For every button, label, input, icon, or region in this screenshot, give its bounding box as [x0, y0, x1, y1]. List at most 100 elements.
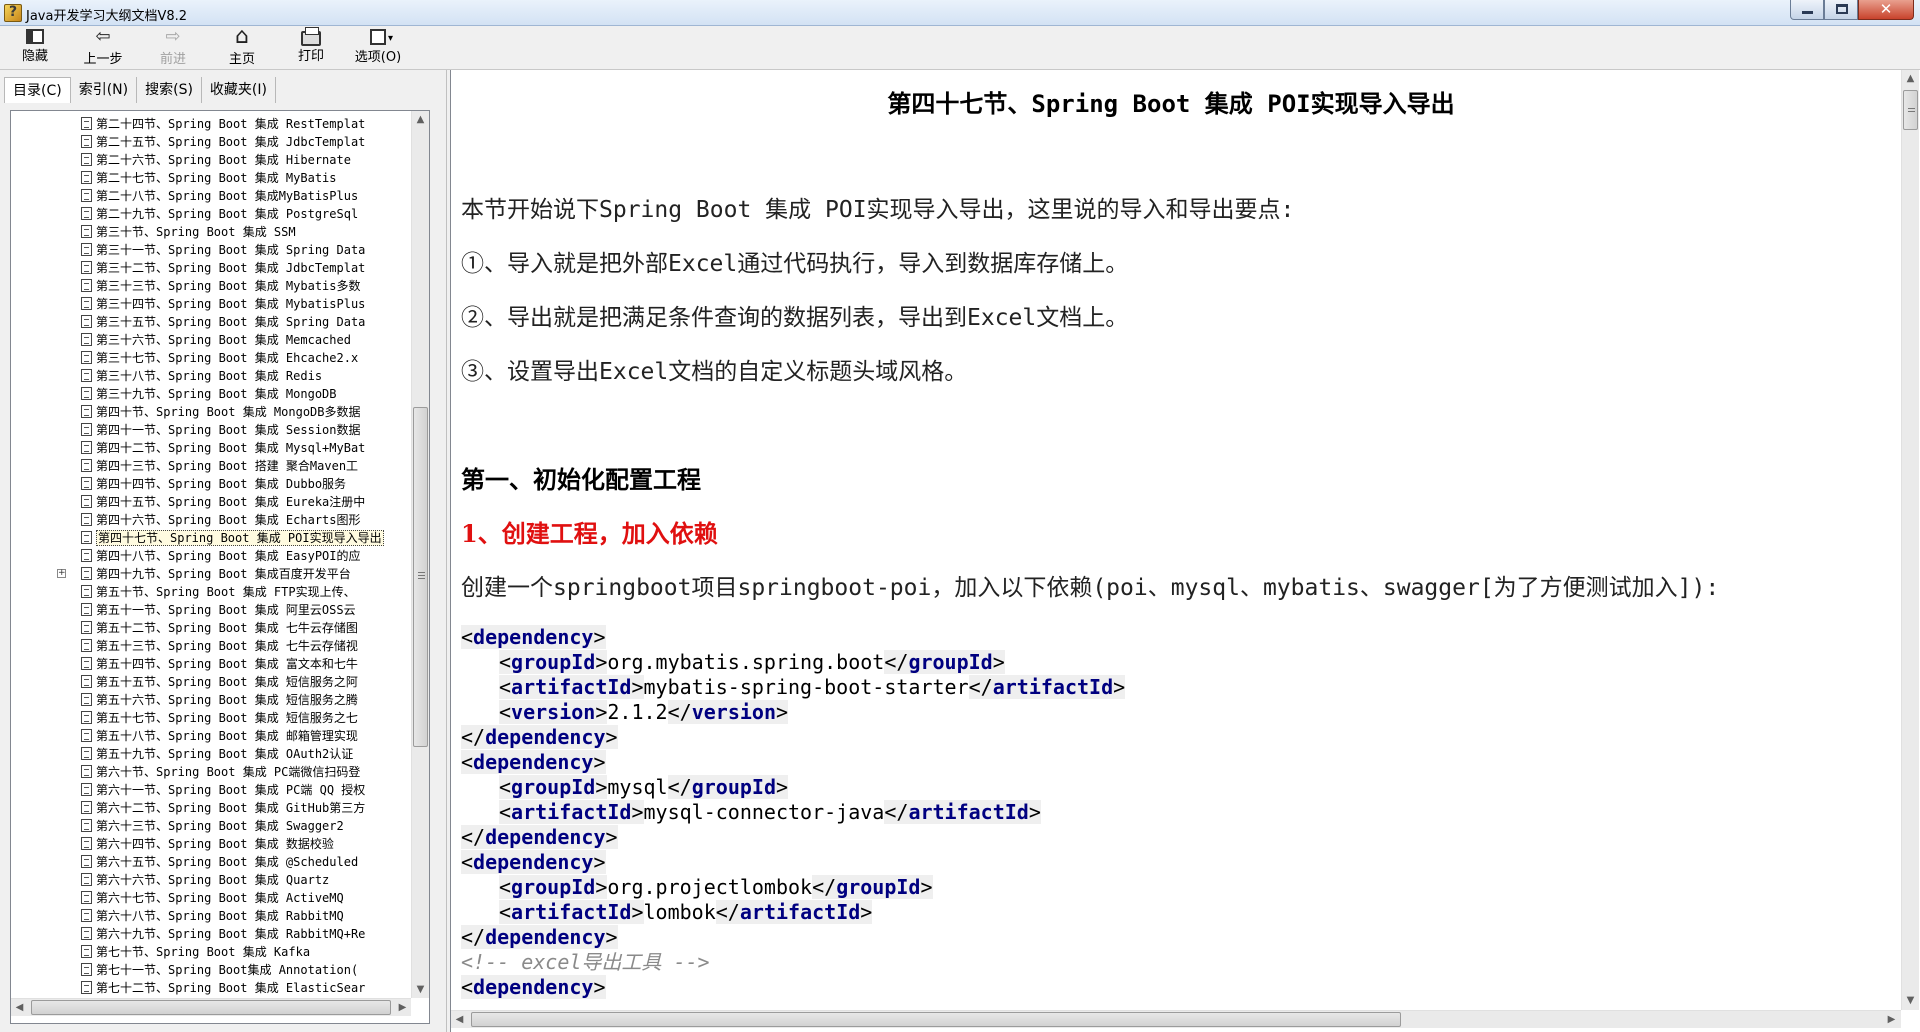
scroll-right-icon[interactable]: ▶	[1883, 1011, 1900, 1028]
tree-item[interactable]: 第二十六节、Spring Boot 集成 Hibernate	[81, 151, 411, 169]
tree-item[interactable]: 第三十一节、Spring Boot 集成 Spring Data	[81, 241, 411, 259]
xml-tag-name: version	[691, 700, 776, 724]
tree-item[interactable]: 第七十节、Spring Boot 集成 Kafka	[81, 943, 411, 961]
tree-item[interactable]: 第五十节、Spring Boot 集成 FTP实现上传、	[81, 583, 411, 601]
forward-button[interactable]: 前进	[142, 29, 204, 67]
tab-search[interactable]: 搜索(S)	[137, 77, 202, 103]
tree-item[interactable]: 第三十二节、Spring Boot 集成 JdbcTemplat	[81, 259, 411, 277]
tree-hscroll-thumb[interactable]	[31, 1000, 391, 1015]
tree-item[interactable]: 第二十八节、Spring Boot 集成MyBatisPlus	[81, 187, 411, 205]
tree-item[interactable]: 第二十四节、Spring Boot 集成 RestTemplat	[81, 115, 411, 133]
topic-page-icon	[81, 675, 92, 688]
maximize-button[interactable]	[1824, 0, 1858, 20]
tree-item[interactable]: 第六十节、Spring Boot 集成 PC端微信扫码登	[81, 763, 411, 781]
close-button[interactable]: ✕	[1858, 0, 1914, 20]
tree-item[interactable]: 第六十一节、Spring Boot 集成 PC端 QQ 授权	[81, 781, 411, 799]
tree-item[interactable]: 第六十九节、Spring Boot 集成 RabbitMQ+Re	[81, 925, 411, 943]
tree-item[interactable]: 第三十四节、Spring Boot 集成 MybatisPlus	[81, 295, 411, 313]
code-line: <groupId>mysql</groupId>	[461, 775, 1125, 800]
tree-item[interactable]: 第二十七节、Spring Boot 集成 MyBatis	[81, 169, 411, 187]
tree-item[interactable]: 第五十一节、Spring Boot 集成 阿里云OSS云	[81, 601, 411, 619]
tree-item[interactable]: 第四十七节、Spring Boot 集成 POI实现导入导出	[81, 529, 411, 547]
tree-item[interactable]: 第五十五节、Spring Boot 集成 短信服务之阿	[81, 673, 411, 691]
maximize-icon	[1836, 4, 1848, 14]
help-app-icon[interactable]	[4, 4, 22, 22]
tree-item[interactable]: 第五十六节、Spring Boot 集成 短信服务之腾	[81, 691, 411, 709]
tree-item-label: 第六十五节、Spring Boot 集成 @Scheduled	[96, 855, 359, 869]
expand-toggle-icon[interactable]: +	[57, 569, 66, 578]
tree-item[interactable]: 第四十四节、Spring Boot 集成 Dubbo服务	[81, 475, 411, 493]
scroll-right-icon[interactable]: ▶	[394, 999, 411, 1016]
topic-page-icon	[81, 315, 92, 328]
tab-favorites[interactable]: 收藏夹(I)	[202, 77, 276, 103]
tree-item-label: 第三十七节、Spring Boot 集成 Ehcache2.x	[96, 351, 359, 365]
scroll-left-icon[interactable]: ◀	[11, 999, 28, 1016]
tree-item-label: 第二十六节、Spring Boot 集成 Hibernate	[96, 153, 351, 167]
point-style: ③、设置导出Excel文档的自定义标题头域风格。	[461, 359, 968, 385]
tree-item[interactable]: 第七十一节、Spring Boot集成 Annotation(	[81, 961, 411, 979]
tree-item[interactable]: 第三十五节、Spring Boot 集成 Spring Data	[81, 313, 411, 331]
tree-item[interactable]: 第四十五节、Spring Boot 集成 Eureka注册中	[81, 493, 411, 511]
contents-tree[interactable]: 第二十四节、Spring Boot 集成 RestTemplat 第二十五节、Sp…	[10, 110, 430, 1024]
content-horizontal-scrollbar[interactable]: ◀ ▶	[451, 1010, 1901, 1028]
tree-item[interactable]: 第七十二节、Spring Boot 集成 ElasticSear	[81, 979, 411, 997]
print-button[interactable]: 打印	[280, 27, 342, 67]
tree-item[interactable]: 第六十八节、Spring Boot 集成 RabbitMQ	[81, 907, 411, 925]
tree-item[interactable]: 第五十三节、Spring Boot 集成 七牛云存储视	[81, 637, 411, 655]
tree-item[interactable]: 第六十五节、Spring Boot 集成 @Scheduled	[81, 853, 411, 871]
tree-item[interactable]: 第三十节、Spring Boot 集成 SSM	[81, 223, 411, 241]
tree-item[interactable]: 第二十五节、Spring Boot 集成 JdbcTemplat	[81, 133, 411, 151]
scroll-up-icon[interactable]: ▲	[1902, 70, 1919, 87]
tree-horizontal-scrollbar[interactable]: ◀ ▶	[11, 998, 411, 1016]
grip-line	[1908, 111, 1915, 112]
scroll-up-icon[interactable]: ▲	[412, 111, 429, 128]
content-scroll-thumb[interactable]	[1903, 90, 1918, 130]
back-button[interactable]: 上一步	[72, 29, 134, 67]
tree-item[interactable]: 第三十八节、Spring Boot 集成 Redis	[81, 367, 411, 385]
content-hscroll-thumb[interactable]	[471, 1012, 1401, 1027]
xml-bracket: >	[605, 825, 618, 849]
tree-item[interactable]: 第二十九节、Spring Boot 集成 PostgreSql	[81, 205, 411, 223]
tree-item[interactable]: 第三十九节、Spring Boot 集成 MongoDB	[81, 385, 411, 403]
tree-item[interactable]: 第四十八节、Spring Boot 集成 EasyPOI的应	[81, 547, 411, 565]
forward-arrow-icon	[163, 29, 183, 47]
tree-item-label: 第三十五节、Spring Boot 集成 Spring Data	[96, 315, 366, 329]
tree-item[interactable]: 第四十九节、Spring Boot 集成百度开发平台	[81, 565, 411, 583]
tree-scroll-thumb[interactable]	[413, 407, 428, 747]
tree-item[interactable]: 第六十六节、Spring Boot 集成 Quartz	[81, 871, 411, 889]
content-vertical-scrollbar[interactable]: ▲ ▼	[1901, 70, 1919, 1010]
scroll-left-icon[interactable]: ◀	[451, 1011, 468, 1028]
tree-item[interactable]: 第六十二节、Spring Boot 集成 GitHub第三方	[81, 799, 411, 817]
tree-item[interactable]: 第五十四节、Spring Boot 集成 富文本和七牛	[81, 655, 411, 673]
tree-item[interactable]: 第四十二节、Spring Boot 集成 Mysql+MyBat	[81, 439, 411, 457]
options-button[interactable]: 选项(O)	[347, 29, 409, 67]
home-button[interactable]: 主页	[211, 29, 273, 67]
tree-item-label: 第六十一节、Spring Boot 集成 PC端 QQ 授权	[96, 783, 366, 797]
tree-item-label: 第四十五节、Spring Boot 集成 Eureka注册中	[96, 495, 366, 509]
tree-vertical-scrollbar[interactable]: ▲ ▼	[411, 111, 429, 998]
tree-item[interactable]: 第三十三节、Spring Boot 集成 Mybatis多数	[81, 277, 411, 295]
scroll-down-icon[interactable]: ▼	[1902, 992, 1919, 1009]
hide-pane-icon	[26, 29, 44, 44]
tree-item[interactable]: 第四十一节、Spring Boot 集成 Session数据	[81, 421, 411, 439]
tree-item[interactable]: 第六十三节、Spring Boot 集成 Swagger2	[81, 817, 411, 835]
tree-item[interactable]: 第五十七节、Spring Boot 集成 短信服务之七	[81, 709, 411, 727]
tree-item[interactable]: 第四十节、Spring Boot 集成 MongoDB多数据	[81, 403, 411, 421]
xml-bracket: <	[461, 850, 474, 874]
tree-item[interactable]: 第三十七节、Spring Boot 集成 Ehcache2.x	[81, 349, 411, 367]
tree-item[interactable]: 第三十六节、Spring Boot 集成 Memcached	[81, 331, 411, 349]
tree-item[interactable]: 第四十三节、Spring Boot 搭建 聚合Maven工	[81, 457, 411, 475]
tree-item-label: 第二十四节、Spring Boot 集成 RestTemplat	[96, 117, 366, 131]
tree-item[interactable]: 第四十六节、Spring Boot 集成 Echarts图形	[81, 511, 411, 529]
tab-contents[interactable]: 目录(C)	[4, 77, 71, 103]
tree-item[interactable]: 第六十七节、Spring Boot 集成 ActiveMQ	[81, 889, 411, 907]
tree-item[interactable]: 第五十二节、Spring Boot 集成 七牛云存储图	[81, 619, 411, 637]
hide-button[interactable]: 隐藏	[4, 29, 66, 67]
hide-label: 隐藏	[21, 49, 48, 64]
tree-item[interactable]: 第五十九节、Spring Boot 集成 OAuth2认证	[81, 745, 411, 763]
minimize-button[interactable]	[1790, 0, 1824, 20]
tree-item[interactable]: 第六十四节、Spring Boot 集成 数据校验	[81, 835, 411, 853]
tree-item[interactable]: 第五十八节、Spring Boot 集成 邮箱管理实现	[81, 727, 411, 745]
tab-index[interactable]: 索引(N)	[71, 77, 138, 103]
scroll-down-icon[interactable]: ▼	[412, 981, 429, 998]
